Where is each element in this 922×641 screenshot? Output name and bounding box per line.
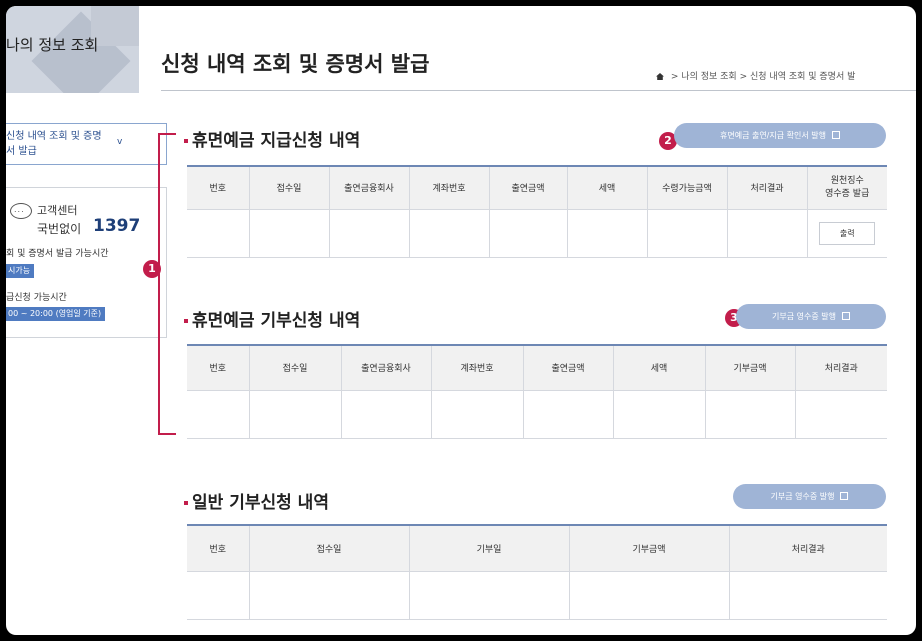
column-header: 출연금액 bbox=[522, 344, 613, 391]
column-header: 처리결과 bbox=[728, 524, 887, 572]
external-link-icon bbox=[840, 492, 849, 500]
payment-hours-badge: 00 ~ 20:00 (영업일 기준) bbox=[6, 307, 106, 321]
support-phone-number: 1397 bbox=[93, 216, 141, 236]
chevron-down-icon: v bbox=[117, 137, 123, 147]
column-header: 번호 bbox=[187, 165, 249, 210]
column-header: 출연금액 bbox=[488, 165, 567, 210]
dormant-payment-table: 번호 접수일 출연금융회사 계좌번호 출연금액 세액 수령가능금액 처리결과 원… bbox=[187, 165, 887, 258]
issue-donation-receipt-button[interactable]: 기부금 영수증 발행 bbox=[736, 304, 886, 329]
column-header: 계좌번호 bbox=[430, 344, 523, 391]
external-link-icon bbox=[832, 131, 840, 139]
sidebar-header: 나의 정보 조회 bbox=[6, 6, 139, 93]
table-row bbox=[187, 571, 887, 620]
table-row: 출력 bbox=[187, 209, 887, 258]
title-divider bbox=[161, 90, 916, 91]
sidebar-menu-label: 신청 내역 조회 및 증명서 발급 bbox=[6, 131, 102, 157]
annotation-marker-1: 1 bbox=[143, 260, 161, 278]
column-header: 접수일 bbox=[248, 344, 341, 391]
breadcrumb-item[interactable]: 신청 내역 조회 및 증명서 발 bbox=[750, 72, 855, 82]
column-header: 원천징수 영수증 발급 bbox=[806, 165, 887, 210]
column-header: 기부일 bbox=[408, 524, 569, 572]
column-header: 세액 bbox=[612, 344, 705, 391]
column-header: 계좌번호 bbox=[408, 165, 489, 210]
column-header: 기부금액 bbox=[704, 344, 795, 391]
chat-bubble-icon: ... bbox=[10, 203, 32, 219]
bullet-icon bbox=[184, 501, 188, 505]
column-header: 처리결과 bbox=[794, 344, 887, 391]
print-receipt-button[interactable]: 출력 bbox=[819, 221, 876, 245]
dormant-donation-table: 번호 접수일 출연금융회사 계좌번호 출연금액 세액 기부금액 처리결과 bbox=[187, 344, 887, 439]
breadcrumb-separator: > bbox=[739, 72, 748, 82]
page-screen: 나의 정보 조회 신청 내역 조회 및 증명서 발급 v ... 고객센터 국번… bbox=[6, 6, 916, 635]
issue-general-donation-receipt-button[interactable]: 기부금 영수증 발행 bbox=[733, 484, 886, 509]
section-title-dormant-donation: 휴면예금 기부신청 내역 bbox=[184, 306, 360, 331]
column-header: 수령가능금액 bbox=[646, 165, 727, 210]
column-header: 번호 bbox=[187, 344, 249, 391]
column-header: 접수일 bbox=[248, 524, 409, 572]
column-header: 번호 bbox=[187, 524, 249, 572]
bullet-icon bbox=[184, 319, 188, 323]
column-header: 처리결과 bbox=[726, 165, 807, 210]
page-title: 신청 내역 조회 및 증명서 발급 bbox=[161, 52, 430, 76]
home-icon[interactable] bbox=[656, 73, 664, 80]
column-header: 기부금액 bbox=[568, 524, 729, 572]
support-number-prefix: 국번없이 bbox=[37, 222, 82, 236]
payment-hours-label: 급신청 가능시간 bbox=[6, 293, 67, 303]
sidebar-title: 나의 정보 조회 bbox=[6, 36, 99, 54]
section-title-general-donation: 일반 기부신청 내역 bbox=[184, 488, 329, 513]
column-header: 접수일 bbox=[248, 165, 329, 210]
issue-payment-certificate-button[interactable]: 휴면예금 출연/지급 확인서 발행 bbox=[674, 123, 886, 148]
screenshot-frame: 나의 정보 조회 신청 내역 조회 및 증명서 발급 v ... 고객센터 국번… bbox=[0, 0, 922, 641]
column-header: 출연금융회사 bbox=[340, 344, 431, 391]
table-row bbox=[187, 390, 887, 439]
annotation-bracket bbox=[158, 133, 176, 435]
support-label: 고객센터 bbox=[37, 204, 78, 217]
external-link-icon bbox=[841, 312, 850, 320]
inquiry-hours-label: 회 및 증명서 발급 가능시간 bbox=[6, 249, 109, 259]
bullet-icon bbox=[184, 139, 188, 143]
sidebar-menu-dropdown[interactable]: 신청 내역 조회 및 증명서 발급 v bbox=[6, 123, 167, 165]
breadcrumb-separator: > bbox=[670, 72, 679, 82]
column-header: 세액 bbox=[566, 165, 647, 210]
breadcrumb: > 나의 정보 조회 > 신청 내역 조회 및 증명서 발 bbox=[656, 69, 855, 82]
breadcrumb-item[interactable]: 나의 정보 조회 bbox=[681, 72, 736, 82]
column-header: 출연금융회사 bbox=[328, 165, 409, 210]
general-donation-table: 번호 접수일 기부일 기부금액 처리결과 bbox=[187, 524, 887, 620]
inquiry-hours-badge: 시가능 bbox=[6, 264, 35, 278]
customer-support-box: ... 고객센터 국번없이 1397 회 및 증명서 발급 가능시간 시가능 급… bbox=[6, 187, 167, 338]
section-title-dormant-payment: 휴면예금 지급신청 내역 bbox=[184, 126, 360, 151]
